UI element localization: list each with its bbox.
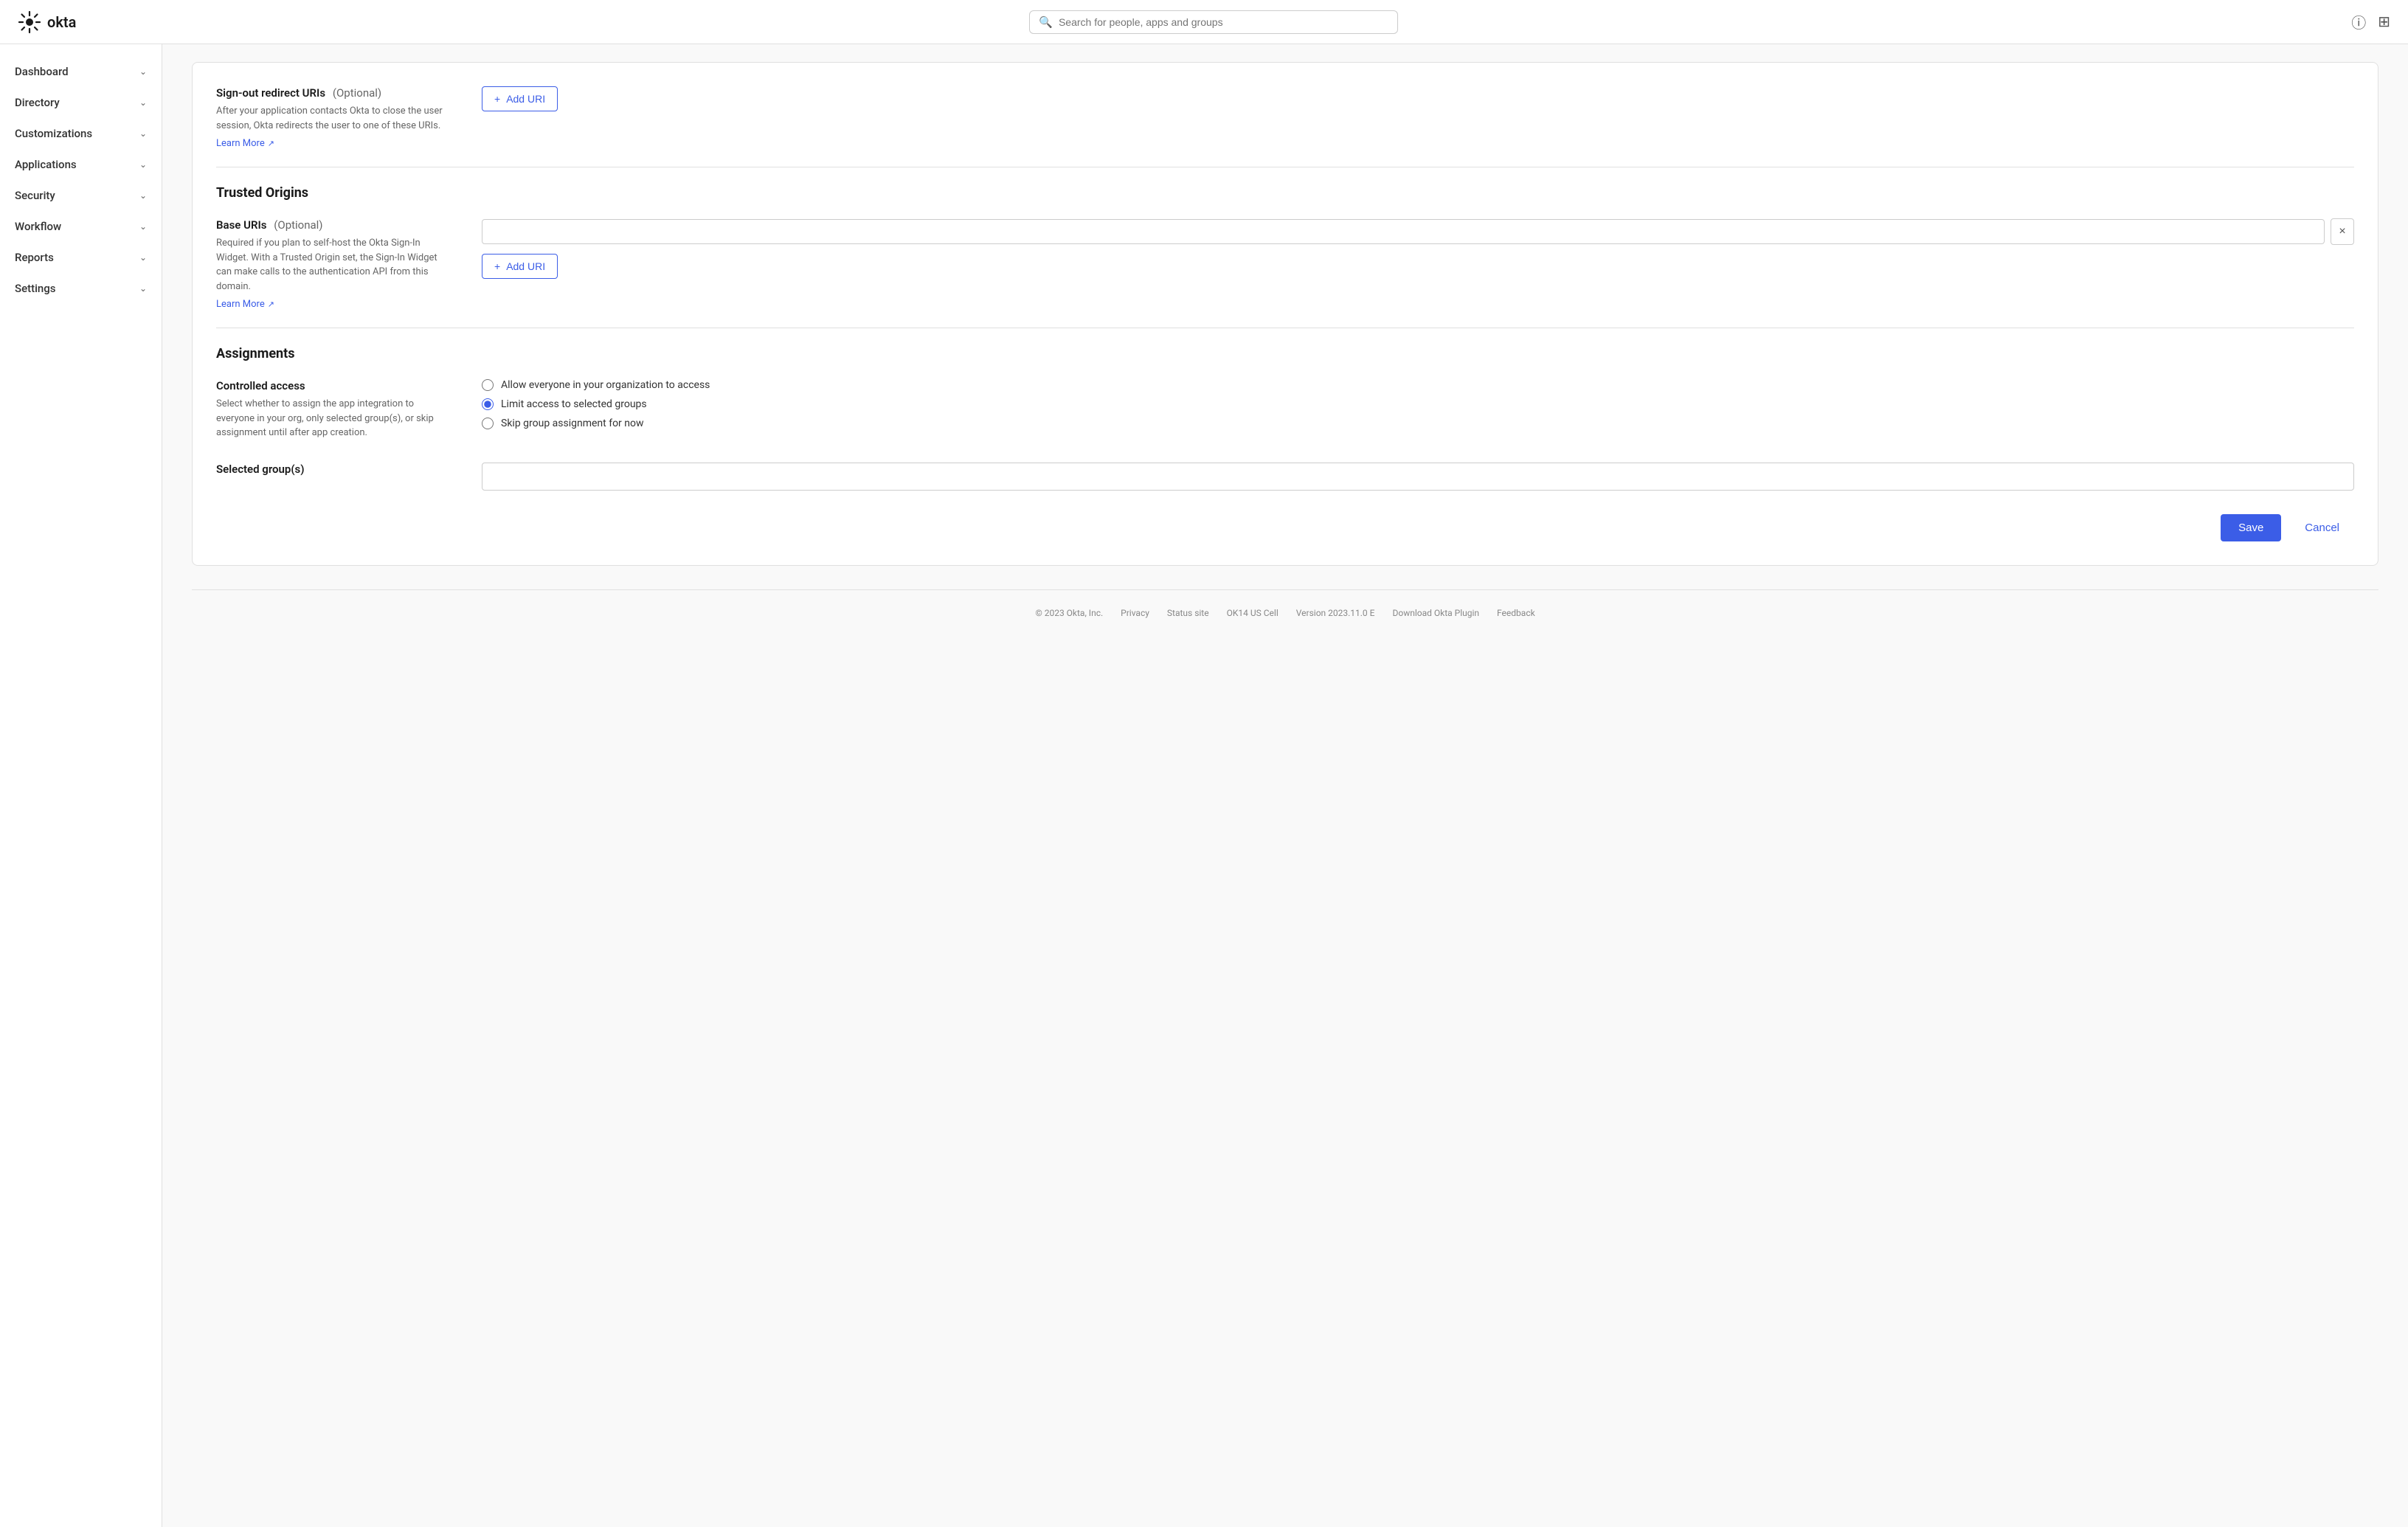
- sidebar-label-reports: Reports: [15, 251, 54, 264]
- selected-groups-label: Selected group(s): [216, 463, 452, 476]
- okta-sunburst-icon: [18, 10, 41, 34]
- trusted-origins-title: Trusted Origins: [216, 185, 2354, 201]
- assignments-row: Controlled access Select whether to assi…: [216, 379, 2354, 445]
- base-uris-desc: Required if you plan to self-host the Ok…: [216, 236, 452, 294]
- controlled-access-label: Controlled access: [216, 379, 452, 392]
- chevron-down-icon: ⌄: [139, 66, 147, 77]
- chevron-down-icon: ⌄: [139, 128, 147, 139]
- sidebar-item-dashboard[interactable]: Dashboard ⌄: [0, 56, 162, 87]
- search-input[interactable]: [1059, 16, 1388, 28]
- sidebar-label-customizations: Customizations: [15, 127, 92, 140]
- base-uris-row: Base URIs (Optional) Required if you pla…: [216, 218, 2354, 310]
- radio-skip-label: Skip group assignment for now: [501, 418, 644, 429]
- sidebar-label-security: Security: [15, 189, 55, 202]
- footer-status-link[interactable]: Status site: [1167, 608, 1209, 618]
- base-uri-clear-button[interactable]: ×: [2331, 218, 2354, 245]
- assignments-title: Assignments: [216, 346, 2354, 361]
- global-search[interactable]: 🔍: [1029, 10, 1398, 34]
- selected-groups-row: Selected group(s): [216, 463, 2354, 491]
- radio-selected-groups-input[interactable]: [482, 398, 494, 410]
- base-uri-input-row: ×: [482, 218, 2354, 245]
- radio-everyone-input[interactable]: [482, 379, 494, 391]
- form-actions: Save Cancel: [216, 514, 2354, 541]
- base-uri-input[interactable]: [482, 219, 2325, 244]
- sign-out-learn-more-link[interactable]: Learn More ↗: [216, 138, 274, 149]
- footer-plugin-link[interactable]: Download Okta Plugin: [1392, 608, 1479, 618]
- sidebar-label-applications: Applications: [15, 158, 77, 171]
- apps-grid-button[interactable]: ⊞: [2378, 13, 2390, 31]
- footer-cell-link[interactable]: OK14 US Cell: [1227, 608, 1279, 618]
- header-icons: ⓘ ⊞: [2351, 11, 2390, 32]
- sidebar: Dashboard ⌄ Directory ⌄ Customizations ⌄…: [0, 44, 162, 1527]
- footer-version: Version 2023.11.0 E: [1296, 608, 1375, 618]
- app-layout: Dashboard ⌄ Directory ⌄ Customizations ⌄…: [0, 44, 2408, 1527]
- assignments-section: Assignments Controlled access Select whe…: [216, 346, 2354, 541]
- sidebar-item-settings[interactable]: Settings ⌄: [0, 273, 162, 304]
- app-settings-card: Sign-out redirect URIs (Optional) After …: [192, 62, 2378, 566]
- cancel-button[interactable]: Cancel: [2290, 514, 2354, 541]
- chevron-down-icon: ⌄: [139, 221, 147, 232]
- sidebar-label-settings: Settings: [15, 282, 56, 295]
- radio-everyone[interactable]: Allow everyone in your organization to a…: [482, 379, 2354, 391]
- plus-icon: +: [494, 260, 500, 272]
- clear-icon: ×: [2339, 225, 2345, 238]
- footer-copyright: © 2023 Okta, Inc.: [1035, 608, 1103, 618]
- page-footer: © 2023 Okta, Inc. Privacy Status site OK…: [192, 589, 2378, 630]
- radio-selected-groups-label: Limit access to selected groups: [501, 398, 647, 410]
- selected-groups-input[interactable]: [482, 463, 2354, 491]
- sidebar-label-dashboard: Dashboard: [15, 65, 69, 78]
- chevron-down-icon: ⌄: [139, 97, 147, 108]
- sign-out-redirect-section: Sign-out redirect URIs (Optional) After …: [216, 86, 2354, 149]
- chevron-down-icon: ⌄: [139, 252, 147, 263]
- okta-logo: okta: [18, 10, 76, 34]
- radio-skip-input[interactable]: [482, 418, 494, 429]
- sidebar-item-customizations[interactable]: Customizations ⌄: [0, 118, 162, 149]
- base-uri-add-uri-button[interactable]: + Add URI: [482, 254, 558, 279]
- radio-skip[interactable]: Skip group assignment for now: [482, 418, 2354, 429]
- search-icon: 🔍: [1039, 15, 1053, 29]
- footer-feedback-link[interactable]: Feedback: [1497, 608, 1535, 618]
- sign-out-redirect-control: + Add URI: [482, 86, 2354, 111]
- app-header: okta 🔍 ⓘ ⊞: [0, 0, 2408, 44]
- help-button[interactable]: ⓘ: [2351, 11, 2366, 32]
- base-uris-control: × + Add URI: [482, 218, 2354, 279]
- trusted-origins-section: Trusted Origins Base URIs (Optional) Req…: [216, 185, 2354, 310]
- external-link-icon: ↗: [268, 299, 274, 309]
- sign-out-redirect-desc: After your application contacts Okta to …: [216, 104, 452, 133]
- controlled-access-control: Allow everyone in your organization to a…: [482, 379, 2354, 429]
- controlled-access-label-col: Controlled access Select whether to assi…: [216, 379, 452, 445]
- sidebar-item-security[interactable]: Security ⌄: [0, 180, 162, 211]
- chevron-down-icon: ⌄: [139, 190, 147, 201]
- base-uris-label: Base URIs (Optional): [216, 218, 452, 232]
- help-icon: ⓘ: [2351, 11, 2366, 32]
- radio-selected-groups[interactable]: Limit access to selected groups: [482, 398, 2354, 410]
- controlled-access-desc: Select whether to assign the app integra…: [216, 397, 452, 440]
- chevron-down-icon: ⌄: [139, 159, 147, 170]
- header-left: okta: [18, 10, 76, 34]
- access-radio-group: Allow everyone in your organization to a…: [482, 379, 2354, 429]
- sidebar-item-reports[interactable]: Reports ⌄: [0, 242, 162, 273]
- sidebar-item-applications[interactable]: Applications ⌄: [0, 149, 162, 180]
- main-content: Sign-out redirect URIs (Optional) After …: [162, 44, 2408, 1527]
- external-link-icon: ↗: [268, 139, 274, 148]
- radio-everyone-label: Allow everyone in your organization to a…: [501, 379, 710, 391]
- sidebar-label-workflow: Workflow: [15, 220, 61, 233]
- save-button[interactable]: Save: [2221, 514, 2281, 541]
- grid-icon: ⊞: [2378, 13, 2390, 31]
- sign-out-redirect-label-col: Sign-out redirect URIs (Optional) After …: [216, 86, 452, 149]
- okta-wordmark: okta: [47, 13, 76, 31]
- base-uris-label-col: Base URIs (Optional) Required if you pla…: [216, 218, 452, 310]
- sign-out-add-uri-button[interactable]: + Add URI: [482, 86, 558, 111]
- sidebar-item-directory[interactable]: Directory ⌄: [0, 87, 162, 118]
- chevron-down-icon: ⌄: [139, 283, 147, 294]
- trusted-origins-learn-more-link[interactable]: Learn More ↗: [216, 299, 274, 310]
- sidebar-item-workflow[interactable]: Workflow ⌄: [0, 211, 162, 242]
- footer-privacy-link[interactable]: Privacy: [1121, 608, 1149, 618]
- plus-icon: +: [494, 93, 500, 105]
- sign-out-redirect-label: Sign-out redirect URIs (Optional): [216, 86, 452, 100]
- sidebar-label-directory: Directory: [15, 96, 60, 109]
